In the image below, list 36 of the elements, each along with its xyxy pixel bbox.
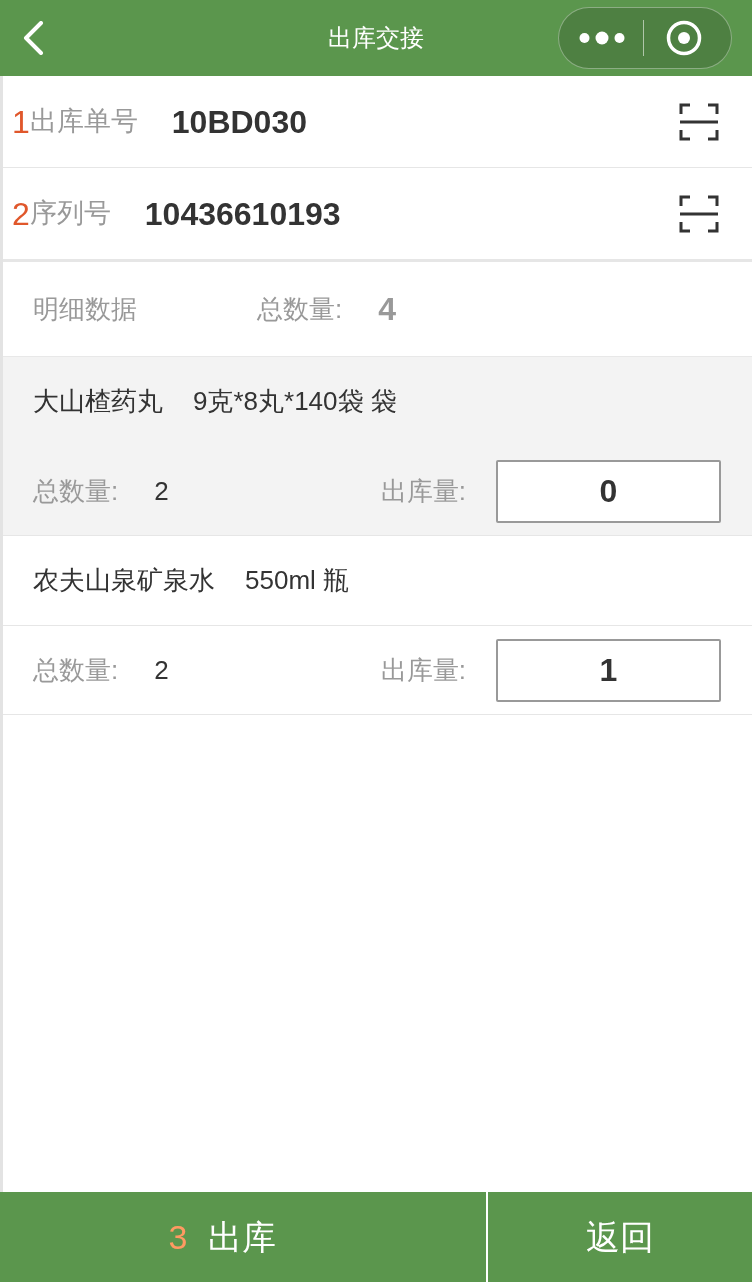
back-icon [22, 21, 44, 55]
return-button[interactable]: 返回 [488, 1192, 752, 1282]
section-label: 明细数据 [33, 292, 138, 326]
quantity-input[interactable]: 1 [496, 638, 721, 702]
step-number: 2 [12, 197, 30, 230]
more-button[interactable] [579, 31, 625, 45]
more-icon [579, 31, 625, 45]
quantity-input[interactable]: 0 [496, 459, 721, 523]
total-value: 2 [154, 474, 169, 508]
order-number-field[interactable]: 10BD030 [171, 97, 679, 146]
total-label: 总数量: [33, 474, 119, 508]
back-button[interactable] [22, 21, 44, 55]
total-value: 2 [154, 653, 169, 687]
field-label: 出库单号 [29, 105, 138, 139]
total-value: 4 [378, 290, 397, 329]
item-spec: 9克*8丸*140袋 袋 [193, 385, 397, 418]
step-number: 3 [168, 1216, 188, 1258]
page-title: 出库交接 [328, 23, 424, 53]
item-name: 大山楂药丸 [33, 385, 163, 418]
total-label: 总数量: [257, 292, 343, 326]
item-name: 农夫山泉矿泉水 [33, 564, 215, 597]
total-label: 总数量: [33, 653, 119, 687]
scan-button[interactable] [679, 101, 719, 142]
field-label: 序列号 [29, 197, 111, 231]
circle-dot-icon [666, 20, 702, 56]
serial-number-field[interactable]: 10436610193 [144, 189, 679, 238]
scan-icon [679, 193, 719, 234]
item-spec: 550ml 瓶 [245, 564, 350, 597]
item-row[interactable]: 大山楂药丸 9克*8丸*140袋 袋 总数量: 2 出库量: 0 [3, 357, 752, 536]
step-number: 1 [12, 105, 30, 138]
outbound-label: 出库量: [380, 474, 466, 508]
close-button[interactable] [666, 20, 702, 56]
scan-icon [679, 101, 719, 142]
outbound-label: 出库量: [380, 653, 466, 687]
scan-button[interactable] [679, 193, 719, 234]
outbound-button[interactable]: 3 出库 [0, 1192, 488, 1282]
